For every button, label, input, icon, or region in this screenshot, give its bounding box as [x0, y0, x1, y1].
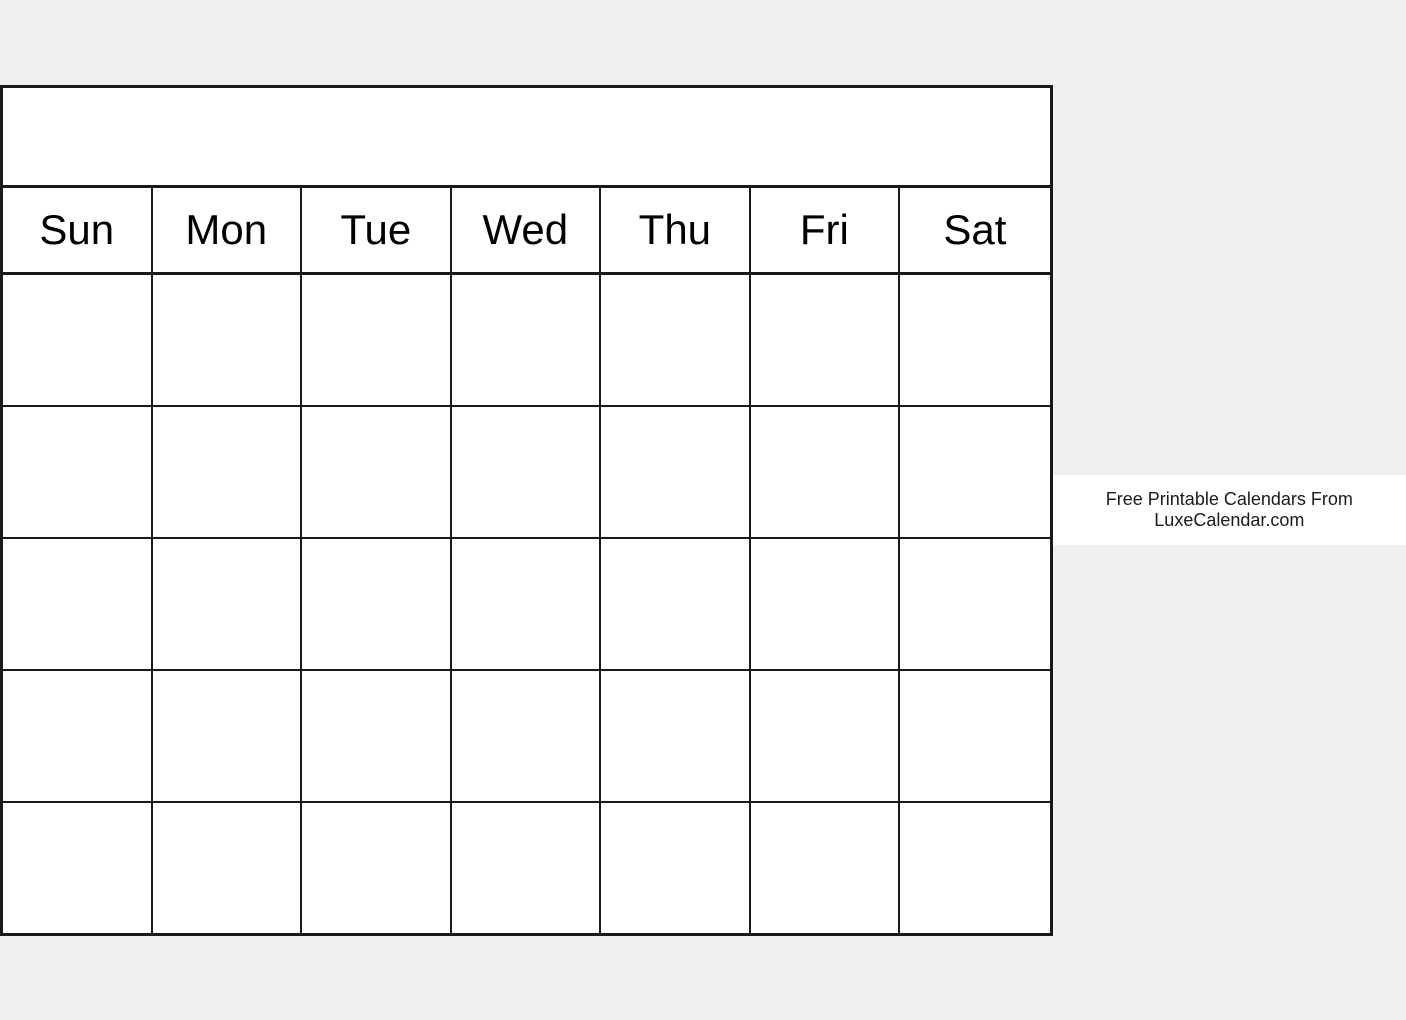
- cell-5-1[interactable]: [3, 803, 153, 933]
- cell-5-5[interactable]: [601, 803, 751, 933]
- cell-2-3[interactable]: [302, 407, 452, 537]
- cell-3-4[interactable]: [452, 539, 602, 669]
- cell-4-1[interactable]: [3, 671, 153, 801]
- footer: Free Printable Calendars From LuxeCalend…: [1053, 475, 1406, 545]
- cell-1-1[interactable]: [3, 275, 153, 405]
- cell-1-4[interactable]: [452, 275, 602, 405]
- calendar-body: [3, 275, 1050, 933]
- cell-5-3[interactable]: [302, 803, 452, 933]
- cell-3-1[interactable]: [3, 539, 153, 669]
- cell-1-7[interactable]: [900, 275, 1050, 405]
- cell-4-6[interactable]: [751, 671, 901, 801]
- header-thu: Thu: [601, 188, 751, 272]
- day-headers: Sun Mon Tue Wed Thu Fri Sat: [3, 188, 1050, 275]
- header-sun: Sun: [3, 188, 153, 272]
- cell-2-4[interactable]: [452, 407, 602, 537]
- cell-4-2[interactable]: [153, 671, 303, 801]
- cell-1-6[interactable]: [751, 275, 901, 405]
- cell-4-4[interactable]: [452, 671, 602, 801]
- cell-3-7[interactable]: [900, 539, 1050, 669]
- cell-2-2[interactable]: [153, 407, 303, 537]
- cell-1-5[interactable]: [601, 275, 751, 405]
- cell-4-3[interactable]: [302, 671, 452, 801]
- cell-5-4[interactable]: [452, 803, 602, 933]
- header-fri: Fri: [751, 188, 901, 272]
- cell-4-7[interactable]: [900, 671, 1050, 801]
- header-wed: Wed: [452, 188, 602, 272]
- cell-2-6[interactable]: [751, 407, 901, 537]
- calendar-row-2: [3, 407, 1050, 539]
- cell-5-2[interactable]: [153, 803, 303, 933]
- calendar-row-4: [3, 671, 1050, 803]
- calendar-row-5: [3, 803, 1050, 933]
- cell-1-3[interactable]: [302, 275, 452, 405]
- cell-2-7[interactable]: [900, 407, 1050, 537]
- cell-2-1[interactable]: [3, 407, 153, 537]
- calendar-row-1: [3, 275, 1050, 407]
- calendar-page: Sun Mon Tue Wed Thu Fri Sat: [0, 85, 1053, 936]
- header-mon: Mon: [153, 188, 303, 272]
- cell-3-2[interactable]: [153, 539, 303, 669]
- calendar-row-3: [3, 539, 1050, 671]
- cell-2-5[interactable]: [601, 407, 751, 537]
- cell-4-5[interactable]: [601, 671, 751, 801]
- cell-3-3[interactable]: [302, 539, 452, 669]
- cell-5-6[interactable]: [751, 803, 901, 933]
- header-tue: Tue: [302, 188, 452, 272]
- title-row: [3, 88, 1050, 188]
- cell-3-6[interactable]: [751, 539, 901, 669]
- header-sat: Sat: [900, 188, 1050, 272]
- cell-5-7[interactable]: [900, 803, 1050, 933]
- footer-text: Free Printable Calendars From LuxeCalend…: [1106, 489, 1353, 530]
- cell-3-5[interactable]: [601, 539, 751, 669]
- cell-1-2[interactable]: [153, 275, 303, 405]
